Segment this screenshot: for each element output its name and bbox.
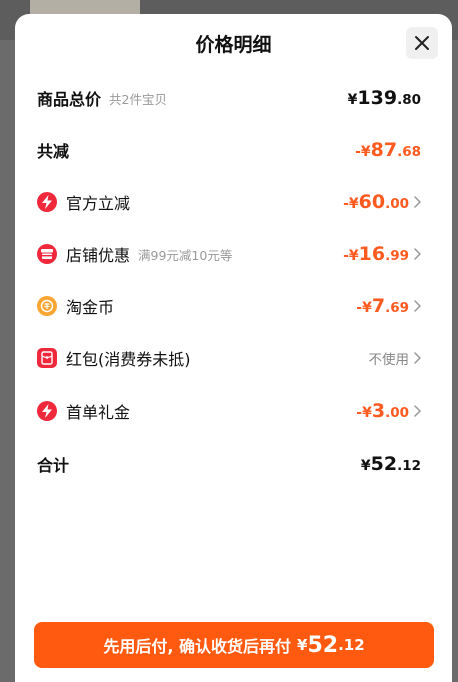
pay-later-text: 先用后付, 确认收货后再付	[103, 637, 291, 656]
sheet-title: 价格明细	[195, 34, 272, 56]
total-goods-amount: ¥139.80	[347, 87, 421, 109]
row-taojinbi[interactable]: 淘金币 -¥7.69	[37, 291, 421, 321]
bolt-icon	[37, 192, 57, 212]
chevron-right-icon	[414, 196, 421, 208]
red-packet-status: 不使用	[368, 352, 410, 368]
close-button[interactable]	[406, 27, 438, 59]
official-discount-amount: -¥60.00	[343, 191, 409, 213]
row-official-discount[interactable]: 官方立减 -¥60.00	[37, 187, 421, 217]
chevron-right-icon	[414, 352, 421, 364]
pay-later-currency: ¥	[297, 636, 308, 654]
first-order-gift-label: 首单礼金	[66, 403, 131, 422]
row-total-discount: 共减 -¥87.68	[37, 135, 421, 165]
taojinbi-coin-icon	[37, 296, 57, 316]
row-store-discount[interactable]: 店铺优惠 满99元减10元等 -¥16.99	[37, 239, 421, 269]
store-discount-amount: -¥16.99	[343, 243, 409, 265]
sum-amount: ¥52.12	[360, 453, 421, 475]
total-discount-amount: -¥87.68	[355, 139, 421, 161]
row-red-packet[interactable]: 红包(消费券未抵) 不使用	[37, 343, 421, 373]
first-order-gift-amount: -¥3.00	[356, 400, 409, 422]
close-icon	[415, 36, 429, 50]
pay-later-amount-dec: .12	[338, 636, 365, 654]
total-discount-label: 共减	[37, 142, 70, 161]
sum-label: 合计	[37, 456, 70, 475]
chevron-right-icon	[414, 405, 421, 417]
taojinbi-amount: -¥7.69	[356, 295, 409, 317]
store-discount-label: 店铺优惠	[66, 246, 131, 265]
pay-later-button[interactable]: 先用后付, 确认收货后再付 ¥ 52 .12	[34, 622, 434, 668]
red-packet-icon	[37, 348, 57, 368]
chevron-right-icon	[414, 248, 421, 260]
bolt-icon	[37, 401, 57, 421]
official-discount-label: 官方立减	[66, 194, 131, 213]
row-sum: 合计 ¥52.12	[37, 449, 421, 479]
total-goods-label: 商品总价	[37, 90, 102, 109]
store-discount-note: 满99元减10元等	[138, 247, 233, 263]
chevron-right-icon	[414, 300, 421, 312]
row-total-goods: 商品总价 共2件宝贝 ¥139.80	[37, 83, 421, 113]
total-goods-count: 共2件宝贝	[109, 91, 167, 107]
store-coupon-icon	[37, 244, 57, 264]
price-detail-sheet: 价格明细 商品总价 共2件宝贝 ¥139.80 共减 -¥87.68 官方立减 …	[15, 14, 452, 682]
red-packet-label: 红包(消费券未抵)	[66, 350, 191, 369]
row-first-order-gift[interactable]: 首单礼金 -¥3.00	[37, 396, 421, 426]
pay-later-amount-int: 52	[307, 632, 339, 658]
taojinbi-label: 淘金币	[66, 298, 115, 317]
